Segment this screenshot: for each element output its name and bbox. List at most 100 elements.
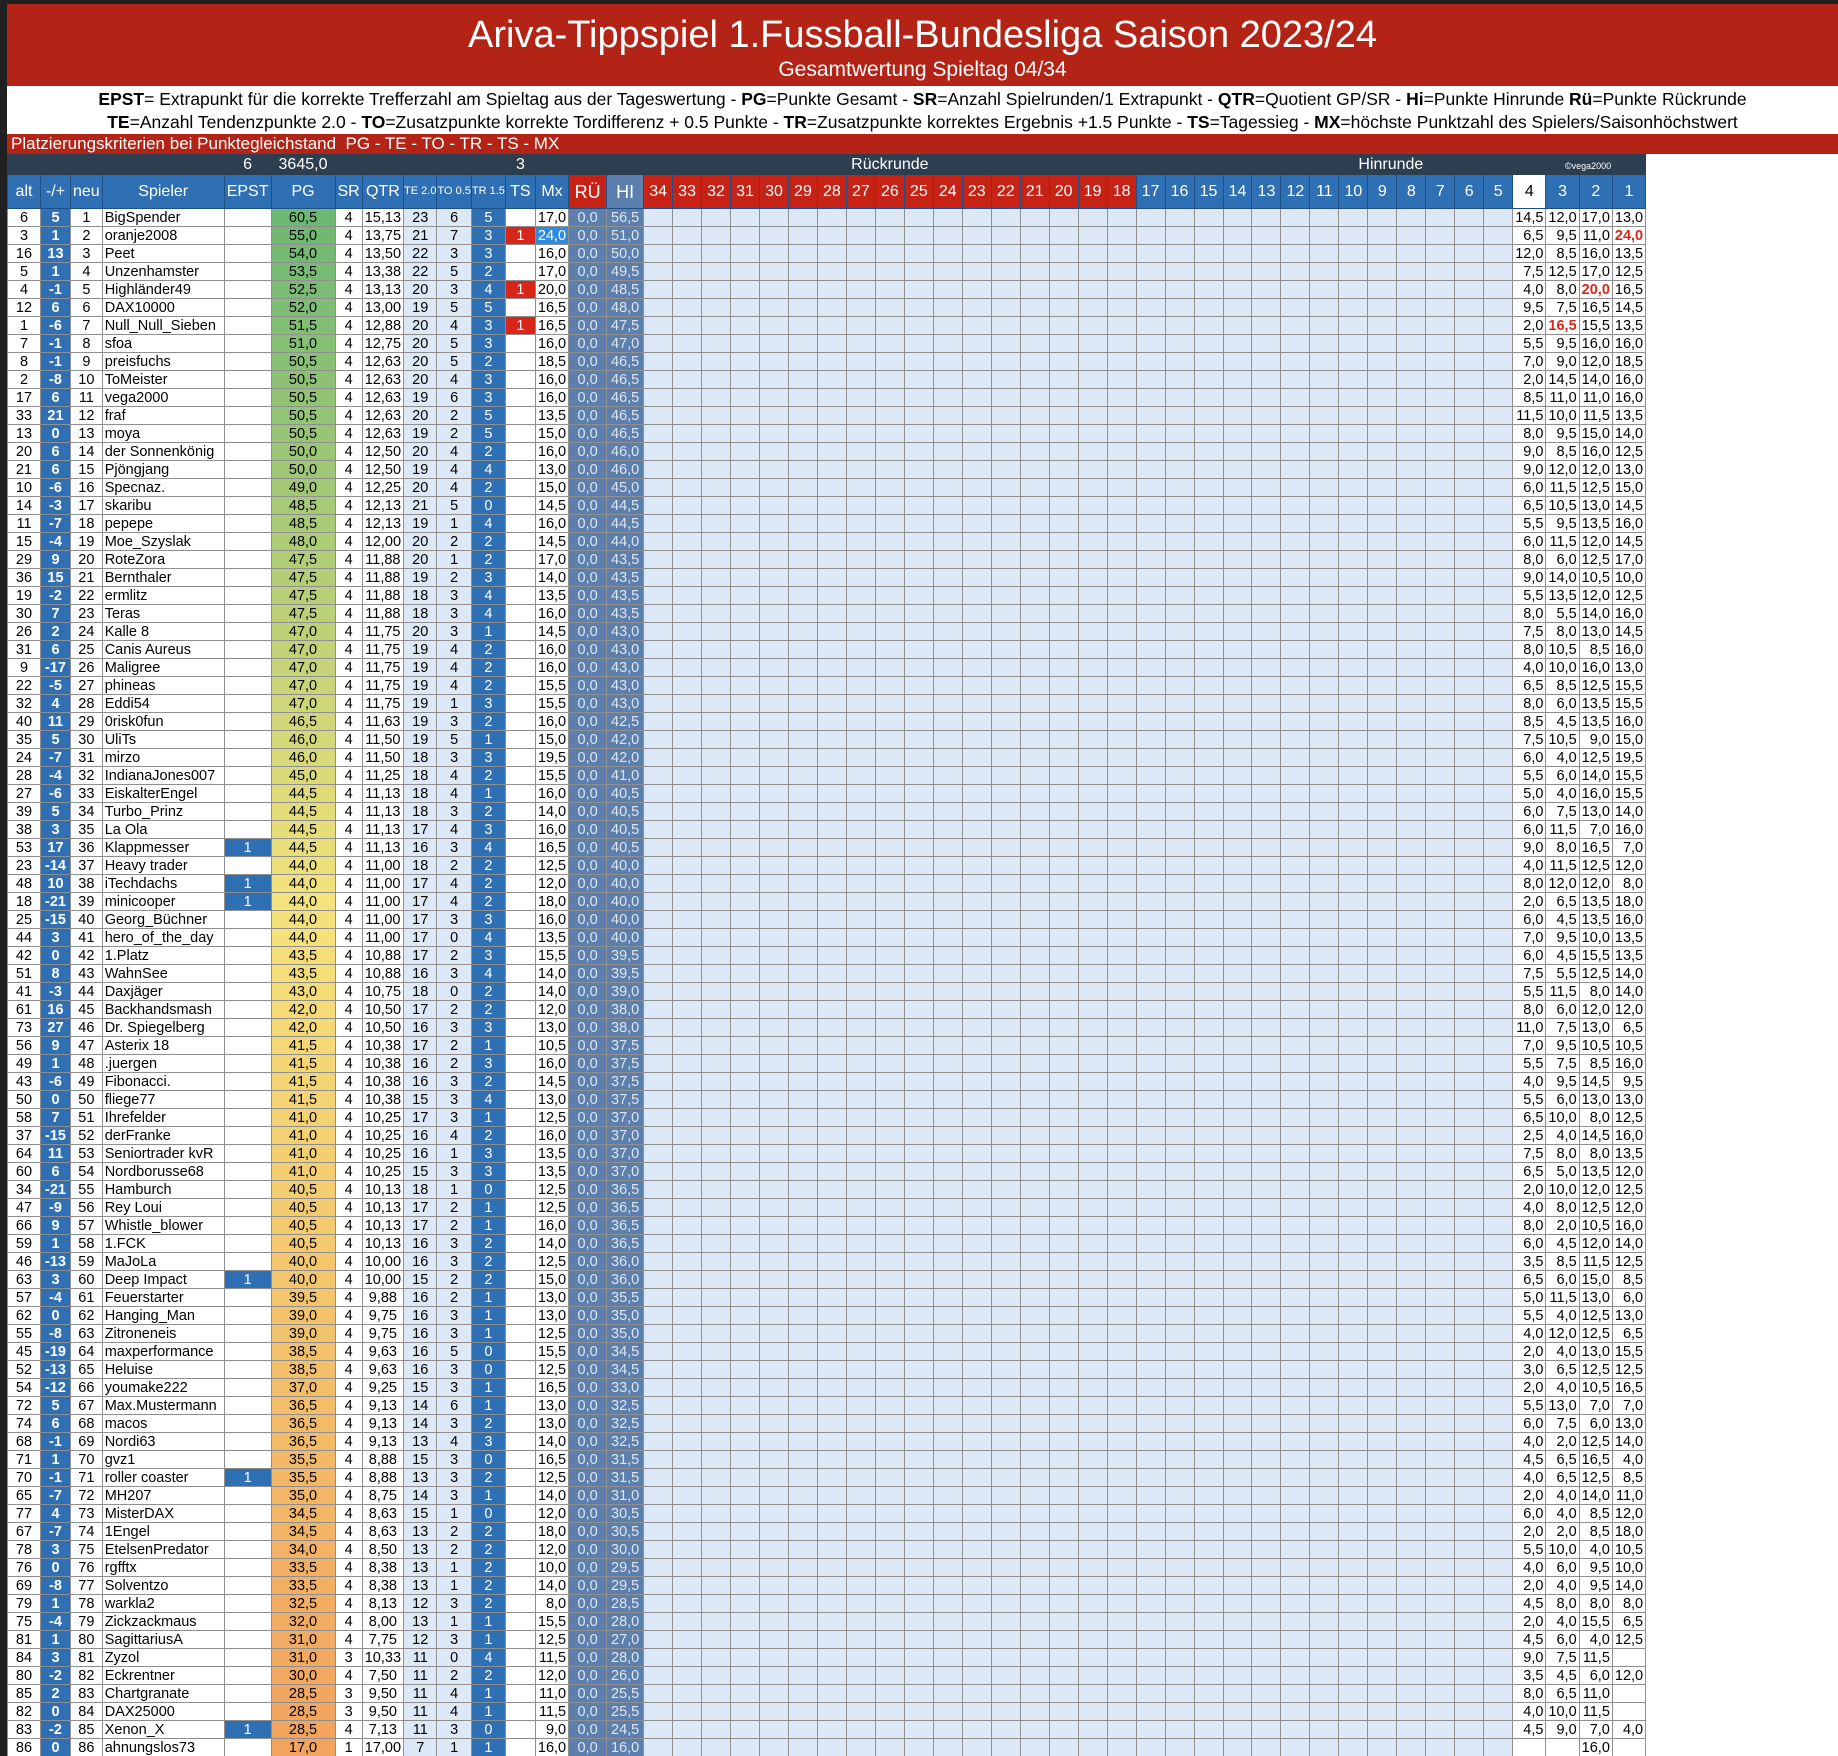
cell-matchday-empty	[1483, 1018, 1514, 1037]
cell-matchday-4: 9,0	[1512, 442, 1547, 461]
cell-to: 3	[436, 244, 472, 263]
cell-ru: 0,0	[568, 1036, 608, 1055]
cell-matchday-empty	[730, 586, 760, 605]
cell-matchday-empty	[643, 352, 674, 371]
cell-pg: 51,0	[270, 334, 336, 353]
cell-matchday-empty	[845, 262, 876, 281]
cell-qtr: 11,88	[361, 586, 405, 605]
cell-pg: 60,5	[270, 208, 336, 227]
cell-matchday-empty	[1367, 1648, 1398, 1667]
cell-ru: 0,0	[568, 460, 608, 479]
cell-matchday-empty	[1338, 1432, 1369, 1451]
cell-matchday-4: 2,0	[1512, 1180, 1547, 1199]
cell-neu: 45	[70, 1000, 103, 1019]
cell-hi: 48,5	[606, 280, 645, 299]
cell-epst	[223, 568, 272, 587]
cell-matchday-empty	[1106, 1558, 1137, 1577]
cell-matchday-empty	[1048, 1270, 1079, 1289]
cell-matchday-1: 14,5	[1611, 298, 1647, 317]
cell-matchday-empty	[874, 1306, 905, 1325]
cell-matchday-empty	[1135, 838, 1166, 857]
cell-matchday-empty	[1077, 1108, 1108, 1127]
cell-ts	[504, 712, 536, 731]
cell-matchday-1: 14,0	[1611, 982, 1647, 1001]
cell-matchday-empty	[1396, 982, 1427, 1001]
cell-te: 19	[403, 424, 438, 443]
cell-matchday-empty	[1338, 1738, 1369, 1756]
cell-to: 4	[436, 460, 472, 479]
cell-matchday-empty	[1367, 370, 1398, 389]
header-matchday-2: 2	[1578, 174, 1613, 209]
cell-matchday-empty	[701, 658, 732, 677]
cell-matchday-3: 14,0	[1545, 568, 1580, 587]
cell-matchday-empty	[1425, 1468, 1456, 1487]
cell-matchday-4: 6,0	[1512, 532, 1547, 551]
cell-matchday-empty	[1396, 1198, 1427, 1217]
cell-matchday-empty	[1106, 928, 1137, 947]
cell-matchday-empty	[672, 1072, 703, 1091]
cell-matchday-empty	[1193, 820, 1224, 839]
cell-ts	[504, 1630, 536, 1649]
standings-row: 60 6 54 Nordborusse68 41,0 4 10,25 15 3 3 13,5 0,0 3…	[7, 1162, 1647, 1181]
cell-sr: 4	[334, 802, 363, 821]
header-matchday-33: 33	[672, 174, 703, 209]
cell-matchday-empty	[643, 1540, 674, 1559]
cell-matchday-1: 13,5	[1611, 406, 1647, 425]
cell-matchday-empty	[1280, 1000, 1311, 1019]
cell-matchday-empty	[1048, 1216, 1079, 1235]
cell-matchday-empty	[1280, 1432, 1311, 1451]
cell-matchday-empty	[787, 1216, 818, 1235]
cell-neu: 72	[70, 1486, 103, 1505]
cell-matchday-empty	[1048, 1108, 1079, 1127]
cell-alt: 14	[7, 496, 41, 515]
cell-matchday-empty	[701, 1486, 732, 1505]
cell-matchday-empty	[759, 784, 789, 803]
cell-to: 3	[436, 1486, 472, 1505]
cell-hi: 39,5	[606, 964, 645, 983]
cell-matchday-empty	[1425, 1684, 1456, 1703]
cell-qtr: 9,13	[361, 1396, 405, 1415]
cell-pg: 39,0	[270, 1324, 336, 1343]
cell-name: moya	[101, 424, 225, 443]
cell-matchday-empty	[845, 1216, 876, 1235]
cell-matchday-2: 14,0	[1578, 1486, 1613, 1505]
cell-te: 20	[403, 334, 438, 353]
cell-matchday-2: 12,5	[1578, 964, 1613, 983]
cell-matchday-empty	[787, 1432, 818, 1451]
cell-pm: 5	[40, 1396, 71, 1415]
cell-matchday-empty	[1396, 730, 1427, 749]
cell-matchday-empty	[701, 1558, 732, 1577]
cell-te: 15	[403, 1090, 438, 1109]
cell-matchday-empty	[1483, 1108, 1514, 1127]
cell-matchday-1: 13,0	[1611, 1306, 1647, 1325]
cell-alt: 26	[7, 622, 41, 641]
cell-sr: 4	[334, 1450, 363, 1469]
cell-matchday-empty	[1222, 478, 1253, 497]
cell-tr: 1	[470, 1396, 506, 1415]
cell-matchday-empty	[643, 298, 674, 317]
cell-epst	[223, 766, 272, 785]
cell-matchday-empty	[1106, 442, 1137, 461]
cell-matchday-empty	[990, 1198, 1021, 1217]
cell-matchday-empty	[1483, 1630, 1514, 1649]
cell-neu: 18	[70, 514, 103, 533]
cell-matchday-empty	[845, 514, 876, 533]
cell-tr: 3	[470, 820, 506, 839]
cell-matchday-empty	[1338, 226, 1369, 245]
cell-matchday-2: 16,0	[1578, 442, 1613, 461]
cell-matchday-empty	[672, 1702, 703, 1721]
cell-hi: 37,5	[606, 1072, 645, 1091]
standings-row: 29 9 20 RoteZora 47,5 4 11,88 20 1 2 17,0 0,0 43,5 8,…	[7, 550, 1647, 569]
cell-matchday-empty	[1251, 1234, 1282, 1253]
cell-matchday-empty	[1338, 1108, 1369, 1127]
cell-matchday-empty	[990, 1540, 1021, 1559]
cell-matchday-empty	[1019, 1612, 1050, 1631]
cell-matchday-empty	[845, 1018, 876, 1037]
cell-qtr: 8,38	[361, 1576, 405, 1595]
cell-matchday-empty	[1077, 1504, 1108, 1523]
header-matchday-26: 26	[874, 174, 905, 209]
cell-matchday-empty	[816, 1018, 847, 1037]
cell-ru: 0,0	[568, 604, 608, 623]
cell-matchday-empty	[1251, 208, 1282, 227]
cell-matchday-empty	[1396, 1684, 1427, 1703]
